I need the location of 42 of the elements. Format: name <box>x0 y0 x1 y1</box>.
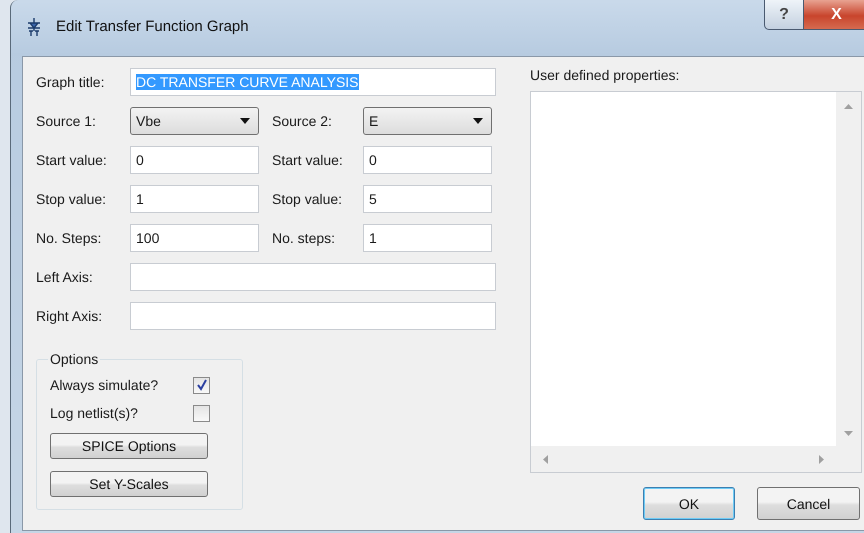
axis-field[interactable] <box>130 302 496 330</box>
source-dropdown[interactable]: Vbe <box>130 107 259 135</box>
checkbox[interactable] <box>193 404 210 422</box>
value-field[interactable]: 0 <box>130 146 259 174</box>
option-button[interactable]: SPICE Options <box>50 433 208 459</box>
scroll-right-icon[interactable] <box>819 454 824 464</box>
field-label: Start value: <box>36 152 108 168</box>
checkbox[interactable] <box>193 376 210 394</box>
value-field[interactable]: 100 <box>130 224 259 252</box>
diode-icon <box>25 17 43 37</box>
dialog-button[interactable]: Cancel <box>757 487 860 520</box>
help-button[interactable]: ? <box>764 0 804 30</box>
field-label: Source 2: <box>272 113 333 129</box>
dropdown-arrow-icon <box>473 118 483 124</box>
source-dropdown[interactable]: E <box>363 107 492 135</box>
list-label: User defined properties: <box>530 67 680 85</box>
close-button[interactable]: X <box>804 0 864 30</box>
checkbox-label: Log netlist(s)? <box>50 405 139 421</box>
field-label: Source 1: <box>36 113 97 129</box>
properties-list[interactable] <box>530 91 862 473</box>
scroll-down-icon[interactable] <box>844 431 853 436</box>
window-title: Edit Transfer Function Graph <box>56 18 249 35</box>
group-title: Options <box>49 351 100 367</box>
field-label: No. steps: <box>272 230 336 246</box>
field-label: No. Steps: <box>36 230 102 246</box>
dialog-button[interactable]: OK <box>643 487 735 520</box>
checkbox-label: Always simulate? <box>50 377 160 393</box>
value-field[interactable]: 1 <box>363 224 492 252</box>
field-label: Stop value: <box>272 191 344 207</box>
field-label: Stop value: <box>36 191 108 207</box>
option-button[interactable]: Set Y-Scales <box>50 471 208 497</box>
value-field[interactable]: 1 <box>130 185 259 213</box>
axis-field[interactable] <box>130 263 496 291</box>
field-label: Left Axis: <box>36 269 94 285</box>
scroll-left-icon[interactable] <box>543 454 548 464</box>
dropdown-arrow-icon <box>240 118 250 124</box>
field-label: Start value: <box>272 152 344 168</box>
field-label: Graph title: <box>36 74 106 90</box>
field-label: Right Axis: <box>36 308 104 324</box>
value-field[interactable]: 5 <box>363 185 492 213</box>
value-field[interactable]: 0 <box>363 146 492 174</box>
scroll-up-icon[interactable] <box>844 104 853 109</box>
